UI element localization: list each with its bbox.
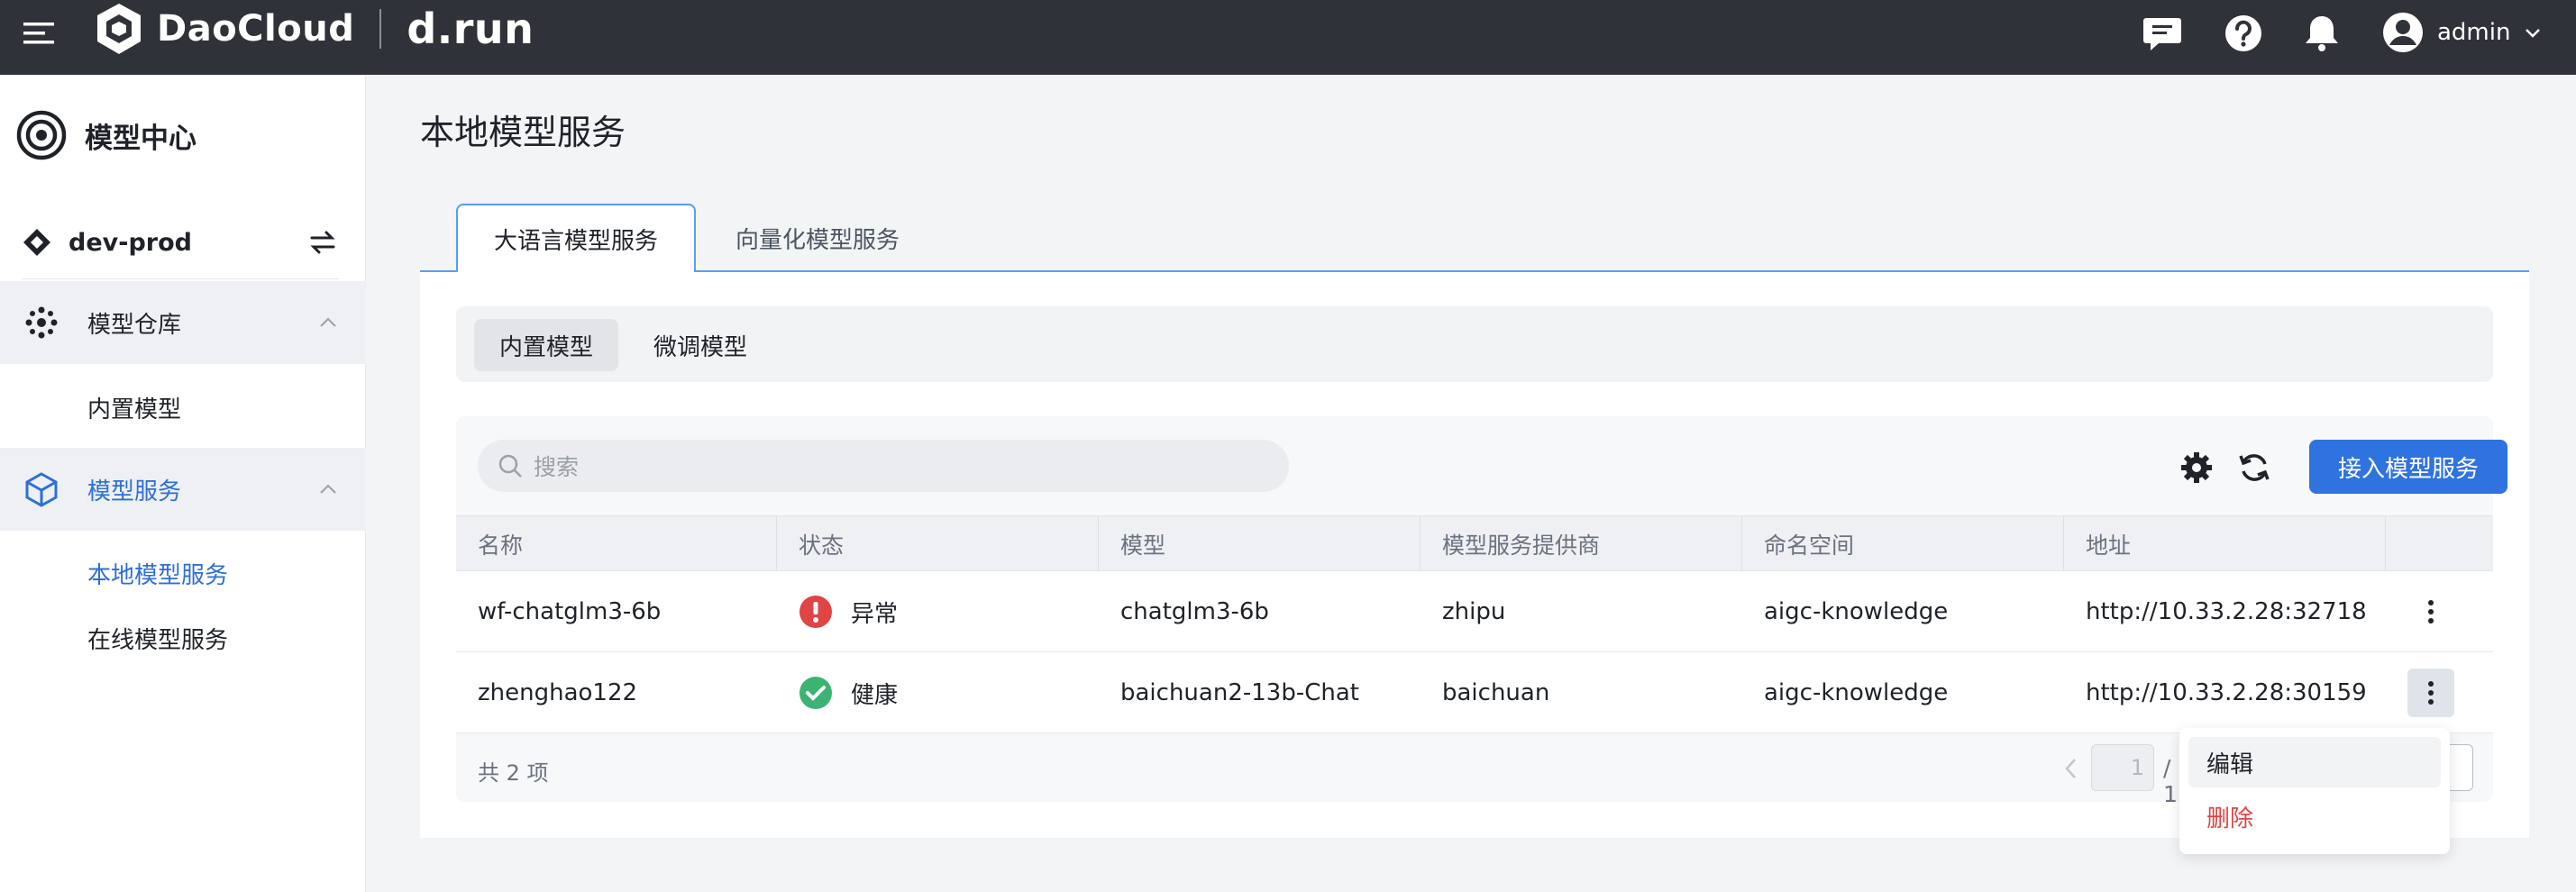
table-row[interactable]: wf-chatglm3-6b 异常 chatglm3-6b zhipu aigc…	[456, 571, 2493, 652]
sidebar-divider	[22, 278, 339, 279]
more-actions-button[interactable]	[2407, 587, 2454, 636]
chevron-down-icon	[2526, 29, 2541, 38]
total-count: 共 2 项	[478, 760, 549, 786]
cell-status: 异常	[777, 571, 898, 652]
more-vertical-icon	[2428, 600, 2434, 623]
top-bar: DaoCloud d.run admin	[0, 0, 2576, 75]
sidebar-group-label: 模型服务	[87, 478, 182, 505]
more-vertical-icon	[2428, 681, 2434, 705]
cell-provider: zhipu	[1442, 598, 1506, 625]
brand-divider	[379, 9, 382, 49]
subtab-builtin[interactable]: 内置模型	[474, 319, 618, 371]
sidebar-group-model-service[interactable]: 模型服务	[0, 448, 366, 531]
tab-bar: 大语言模型服务 向量化模型服务	[420, 204, 2529, 274]
cell-model: baichuan2-13b-Chat	[1120, 679, 1359, 706]
sidebar-item-builtin-model[interactable]: 内置模型	[87, 391, 181, 424]
workspace-name: dev-prod	[69, 228, 192, 257]
cell-name: wf-chatglm3-6b	[478, 598, 662, 625]
column-header-namespace[interactable]: 命名空间	[1742, 516, 2064, 572]
user-name: admin	[2437, 19, 2511, 46]
sidebar-title-text: 模型中心	[85, 122, 196, 155]
search-placeholder: 搜索	[534, 454, 580, 480]
workspace-selector[interactable]: dev-prod	[22, 214, 339, 271]
model-service-icon	[25, 472, 58, 507]
model-repo-icon	[25, 306, 58, 339]
sidebar-item-local-model-service[interactable]: 本地模型服务	[87, 557, 228, 590]
chevron-up-icon	[320, 484, 336, 494]
brand-name: DaoCloud	[157, 8, 355, 50]
model-center-icon	[16, 110, 67, 160]
column-header-provider[interactable]: 模型服务提供商	[1420, 516, 1742, 572]
help-icon[interactable]	[2223, 13, 2264, 54]
cell-status: 健康	[777, 652, 898, 733]
column-header-status[interactable]: 状态	[777, 516, 1099, 572]
edit-menu-item[interactable]: 编辑	[2188, 737, 2441, 787]
cell-namespace: aigc-knowledge	[1764, 598, 1949, 625]
cell-address: http://10.33.2.28:32718	[2086, 598, 2367, 625]
cell-address: http://10.33.2.28:30159	[2086, 679, 2367, 706]
table-header: 名称 状态 模型 模型服务提供商 命名空间 地址	[456, 515, 2493, 572]
cell-namespace: aigc-knowledge	[1764, 679, 1949, 706]
daocloud-logo-icon	[97, 4, 141, 54]
cell-provider: baichuan	[1442, 679, 1550, 706]
search-icon	[498, 454, 522, 478]
search-input[interactable]: 搜索	[478, 440, 1289, 492]
status-text: 健康	[851, 681, 899, 709]
cell-model: chatglm3-6b	[1120, 598, 1269, 625]
workspace-icon	[23, 229, 50, 256]
gear-icon[interactable]	[2179, 451, 2214, 485]
page-total: / 1	[2163, 755, 2178, 807]
column-header-model[interactable]: 模型	[1099, 516, 1420, 572]
tab-embedding-service[interactable]: 向量化模型服务	[696, 204, 939, 272]
row-actions-dropdown: 编辑 删除	[2179, 728, 2450, 854]
bell-icon[interactable]	[2301, 13, 2343, 54]
cell-name: zhenghao122	[478, 679, 638, 706]
refresh-icon[interactable]	[2237, 451, 2271, 485]
sidebar-group-label: 模型仓库	[87, 311, 182, 339]
menu-icon[interactable]	[22, 15, 58, 51]
subtab-bar: 内置模型 微调模型	[456, 306, 2493, 382]
more-actions-button[interactable]	[2407, 669, 2454, 717]
chevron-up-icon	[320, 317, 336, 327]
sidebar-title: 模型中心	[16, 110, 196, 160]
sidebar-item-online-model-service[interactable]: 在线模型服务	[87, 622, 228, 655]
sidebar: 模型中心 dev-prod 模型仓库 内置模型 模型服务 本地模型服务 在线模型…	[0, 75, 366, 892]
brand-sub: d.run	[406, 5, 534, 53]
column-header-address[interactable]: 地址	[2064, 516, 2386, 572]
user-avatar-icon	[2383, 13, 2423, 52]
message-icon[interactable]	[2142, 13, 2183, 54]
subtab-finetuned[interactable]: 微调模型	[633, 319, 768, 371]
table-row[interactable]: zhenghao122 健康 baichuan2-13b-Chat baichu…	[456, 652, 2493, 733]
column-header-name[interactable]: 名称	[456, 516, 777, 572]
status-text: 异常	[851, 600, 899, 628]
tab-llm-service[interactable]: 大语言模型服务	[456, 204, 696, 274]
page-title: 本地模型服务	[420, 113, 626, 152]
check-circle-icon	[799, 677, 832, 709]
sidebar-group-model-repo[interactable]: 模型仓库	[0, 281, 366, 364]
user-menu[interactable]: admin	[2381, 11, 2543, 54]
delete-menu-item[interactable]: 删除	[2188, 791, 2441, 842]
page-input[interactable]: 1	[2091, 744, 2154, 791]
connect-model-service-button[interactable]: 接入模型服务	[2309, 440, 2507, 494]
switch-icon[interactable]	[306, 226, 339, 259]
chevron-left-icon[interactable]	[2062, 755, 2080, 782]
error-icon	[799, 596, 832, 628]
brand[interactable]: DaoCloud d.run	[94, 2, 534, 56]
